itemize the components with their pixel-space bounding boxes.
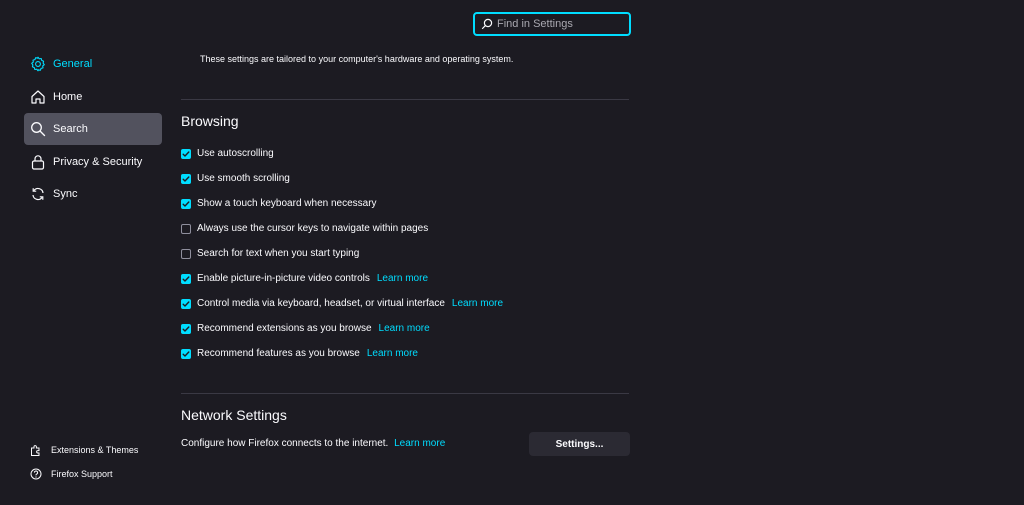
checkbox[interactable] (181, 323, 191, 334)
option-media-control: Control media via keyboard, headset, or … (181, 291, 503, 316)
checkbox[interactable] (181, 148, 191, 159)
option-cursor-keys: Always use the cursor keys to navigate w… (181, 216, 503, 241)
option-smooth-scrolling: Use smooth scrolling (181, 166, 503, 191)
option-search-when-typing: Search for text when you start typing (181, 241, 503, 266)
learn-more-link[interactable]: Learn more (379, 323, 430, 334)
lock-icon (30, 154, 46, 170)
option-recommend-extensions: Recommend extensions as you browse Learn… (181, 316, 503, 341)
option-label[interactable]: Use autoscrolling (197, 148, 274, 159)
sidebar-nav: General Home Search Privacy & Security S… (24, 48, 162, 211)
checkbox[interactable] (181, 198, 191, 209)
checkbox[interactable] (181, 298, 191, 309)
sidebar-item-label: Search (53, 123, 88, 135)
search-input[interactable] (493, 18, 643, 30)
help-icon (30, 468, 42, 480)
learn-more-link[interactable]: Learn more (377, 273, 428, 284)
sidebar-item-general[interactable]: General (24, 48, 162, 80)
sidebar-item-label: Home (53, 90, 83, 103)
checkbox[interactable] (181, 248, 191, 259)
browsing-heading: Browsing (181, 113, 239, 129)
network-description-text: Configure how Firefox connects to the in… (181, 438, 389, 449)
sidebar-footer: Extensions & Themes Firefox Support (30, 438, 138, 486)
checkbox[interactable] (181, 273, 191, 284)
sidebar-item-label: Privacy & Security (53, 155, 143, 168)
option-picture-in-picture: Enable picture-in-picture video controls… (181, 266, 503, 291)
section-divider (181, 99, 629, 100)
extensions-themes-label: Extensions & Themes (51, 445, 139, 455)
learn-more-link[interactable]: Learn more (367, 348, 418, 359)
puzzle-icon (30, 444, 42, 456)
settings-search-box[interactable] (473, 12, 643, 36)
extensions-themes-link[interactable]: Extensions & Themes (30, 438, 138, 462)
network-description: Configure how Firefox connects to the in… (181, 438, 445, 449)
option-label[interactable]: Enable picture-in-picture video controls (197, 273, 370, 284)
sidebar-item-privacy-security[interactable]: Privacy & Security (24, 146, 162, 178)
browsing-options: Use autoscrolling Use smooth scrolling S… (181, 141, 503, 366)
option-label[interactable]: Recommend extensions as you browse (197, 323, 372, 334)
option-label[interactable]: Show a touch keyboard when necessary (197, 198, 377, 209)
learn-more-link[interactable]: Learn more (394, 438, 445, 449)
option-autoscrolling: Use autoscrolling (181, 141, 503, 166)
firefox-support-label: Firefox Support (51, 469, 113, 479)
learn-more-link[interactable]: Learn more (452, 298, 503, 309)
checkbox[interactable] (181, 348, 191, 359)
firefox-support-link[interactable]: Firefox Support (30, 462, 138, 486)
option-label[interactable]: Control media via keyboard, headset, or … (197, 298, 445, 309)
sync-icon (30, 186, 46, 202)
checkbox[interactable] (181, 173, 191, 184)
sidebar-item-label: Sync (53, 188, 78, 200)
tailored-settings-note: These settings are tailored to your comp… (200, 54, 514, 64)
network-settings-heading: Network Settings (181, 407, 287, 423)
option-label[interactable]: Use smooth scrolling (197, 173, 290, 184)
search-icon (481, 17, 493, 31)
home-icon (30, 89, 46, 105)
option-touch-keyboard: Show a touch keyboard when necessary (181, 191, 503, 216)
gear-icon (30, 56, 46, 72)
sidebar-item-search[interactable]: Search (24, 113, 162, 145)
checkbox[interactable] (181, 223, 191, 234)
network-settings-button[interactable]: Settings... (529, 432, 630, 456)
option-label[interactable]: Recommend features as you browse (197, 348, 360, 359)
option-label[interactable]: Search for text when you start typing (197, 248, 359, 259)
sidebar-item-sync[interactable]: Sync (24, 178, 162, 210)
section-divider (181, 393, 629, 394)
option-recommend-features: Recommend features as you browse Learn m… (181, 341, 503, 366)
search-icon (30, 121, 46, 137)
sidebar-item-label: General (53, 58, 93, 70)
option-label[interactable]: Always use the cursor keys to navigate w… (197, 223, 428, 234)
sidebar-item-home[interactable]: Home (24, 81, 162, 113)
